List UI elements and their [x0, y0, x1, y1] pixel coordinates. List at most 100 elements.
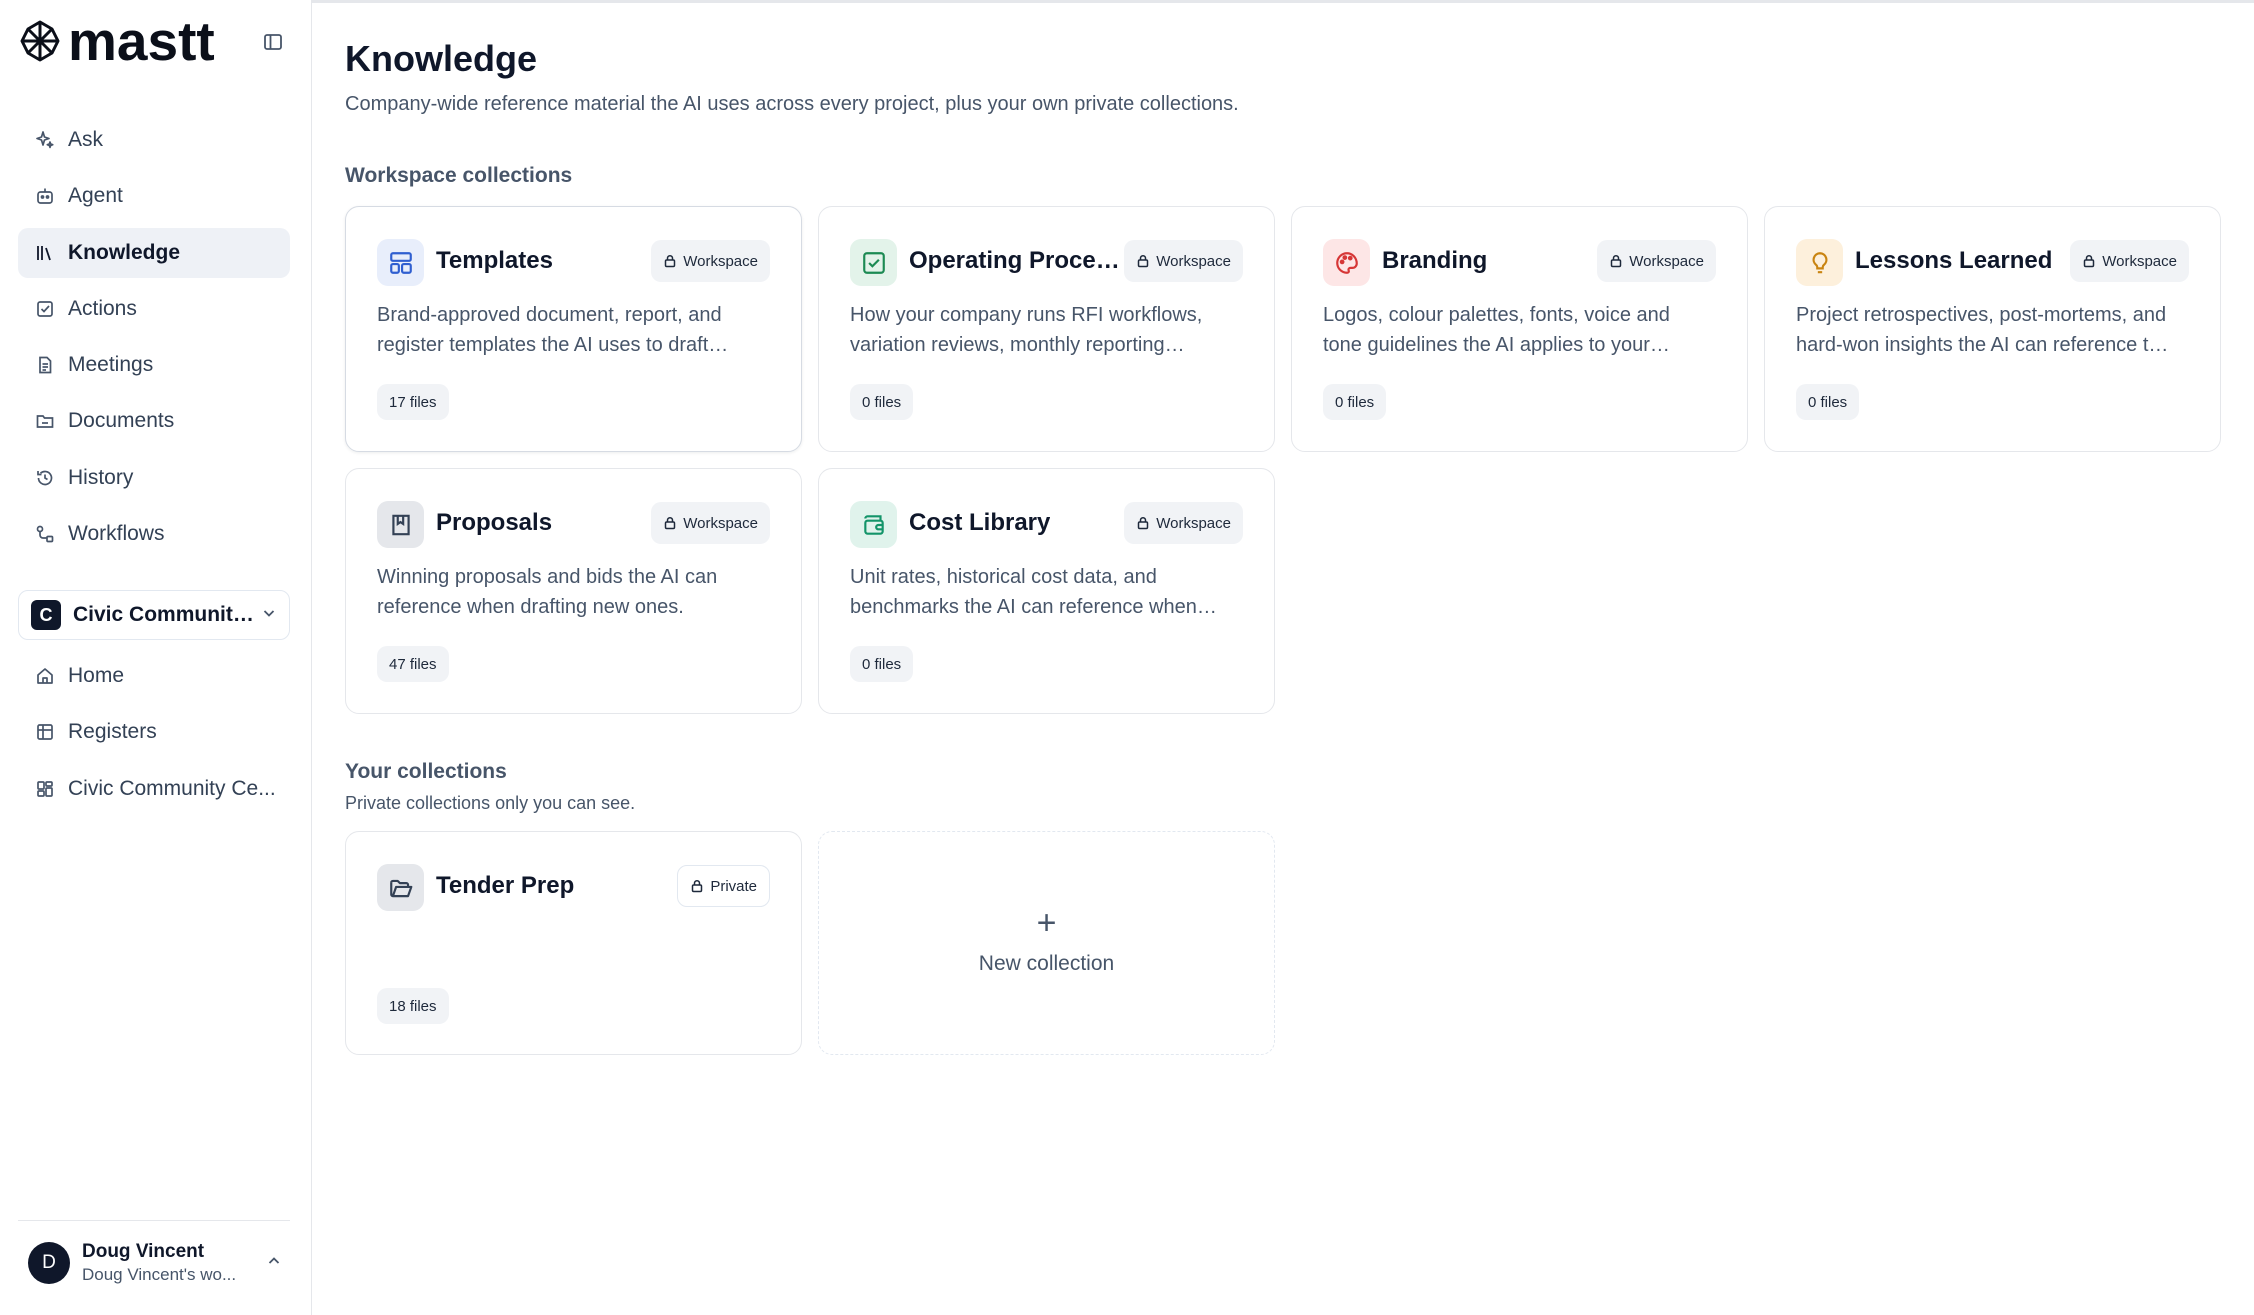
badge-label: Workspace	[1156, 514, 1231, 532]
file-count: 0 files	[850, 646, 914, 682]
project-nav: Home Registers Civic Community Ce...	[18, 651, 290, 820]
nav-label: Registers	[68, 720, 157, 744]
collection-card-tender-prep[interactable]: Tender Prep Private 18 files	[345, 831, 802, 1055]
chevron-up-icon	[266, 1253, 282, 1274]
your-section-subtitle: Private collections only you can see.	[345, 793, 636, 813]
chevron-down-icon	[261, 605, 277, 626]
wallet-icon	[850, 501, 897, 548]
card-description-line: Logos, colour palettes, fonts, voice and	[1323, 304, 1670, 326]
project-avatar: C	[31, 600, 61, 630]
card-description-line: benchmarks the AI can reference when…	[850, 596, 1217, 618]
nav-label: Home	[68, 664, 125, 687]
checklist-icon	[850, 239, 897, 286]
card-description-line: tone guidelines the AI applies to your…	[1323, 334, 1670, 356]
badge-label: Workspace	[683, 514, 758, 532]
nav-item-project-dashboard[interactable]: Civic Community Ce...	[18, 764, 290, 814]
workflow-icon	[34, 523, 56, 545]
page-title: Knowledge	[345, 38, 538, 79]
badge-label: Private	[710, 877, 757, 895]
collection-card-templates[interactable]: Templates Workspace Brand-approved docum…	[345, 206, 802, 452]
nav-item-ask[interactable]: Ask	[18, 115, 290, 165]
workspace-badge: Workspace	[1124, 240, 1243, 282]
folder-icon	[34, 410, 56, 432]
user-menu: D Doug Vincent Doug Vincent's wo...	[18, 1220, 290, 1315]
collection-card-cost-library[interactable]: Cost Library Workspace Unit rates, histo…	[818, 468, 1275, 714]
nav-item-home[interactable]: Home	[18, 651, 290, 701]
card-description: Unit rates, historical cost data, and be…	[850, 562, 1250, 622]
badge-label: Workspace	[683, 252, 758, 270]
lock-icon	[664, 254, 676, 268]
workspace-badge: Workspace	[651, 502, 770, 544]
nav-item-registers[interactable]: Registers	[18, 707, 290, 757]
nav-item-history[interactable]: History	[18, 453, 290, 503]
nav-item-knowledge[interactable]: Knowledge	[18, 227, 290, 278]
file-count: 0 files	[1323, 384, 1387, 420]
card-title: Tender Prep	[436, 872, 575, 899]
project-switcher[interactable]: C Civic Community…	[18, 590, 290, 640]
private-badge: Private	[677, 865, 770, 907]
card-title: Templates	[436, 247, 553, 274]
top-border	[0, 0, 2254, 3]
nav-label: Meetings	[68, 353, 154, 377]
lock-icon	[1137, 516, 1149, 530]
nav-item-workflows[interactable]: Workflows	[18, 509, 290, 559]
nav-label: Knowledge	[68, 240, 181, 264]
project-name: Civic Community…	[73, 603, 255, 626]
card-description: Brand-approved document, report, and reg…	[377, 300, 777, 360]
card-description-line: reference when drafting new ones.	[377, 596, 684, 618]
nav-item-agent[interactable]: Agent	[18, 171, 290, 221]
check-square-icon	[34, 298, 56, 320]
collection-card-branding[interactable]: Branding Workspace Logos, colour palette…	[1291, 206, 1748, 452]
document-icon	[34, 354, 56, 376]
card-description-line: Unit rates, historical cost data, and	[850, 566, 1157, 588]
file-count: 47 files	[377, 646, 449, 682]
lock-icon	[2083, 254, 2095, 268]
file-count: 18 files	[377, 988, 449, 1024]
sparkles-icon	[34, 129, 56, 151]
collection-card-proposals[interactable]: Proposals Workspace Winning proposals an…	[345, 468, 802, 714]
nav-item-documents[interactable]: Documents	[18, 396, 290, 446]
user-name: Doug Vincent	[82, 1241, 205, 1262]
card-description-line: hard-won insights the AI can reference t…	[1796, 334, 2169, 356]
nav-label: Workflows	[68, 522, 165, 546]
badge-label: Workspace	[2102, 252, 2177, 270]
palette-icon	[1323, 239, 1370, 286]
brand-name: mastt	[68, 9, 215, 72]
nav-label: Civic Community Ce...	[68, 776, 276, 800]
collection-card-operating-procedures[interactable]: Operating Proced... Workspace How your c…	[818, 206, 1275, 452]
sidebar-toggle-icon	[264, 34, 282, 50]
card-title: Branding	[1382, 247, 1488, 274]
card-description: Logos, colour palettes, fonts, voice and…	[1323, 300, 1723, 360]
card-description-line: Winning proposals and bids the AI can	[377, 566, 718, 588]
nav-label: Agent	[68, 184, 123, 208]
dashboard-icon	[34, 778, 56, 800]
card-title: Proposals	[436, 509, 553, 536]
user-menu-button[interactable]: D Doug Vincent Doug Vincent's wo...	[28, 1241, 290, 1285]
card-description: Project retrospectives, post-mortems, an…	[1796, 300, 2196, 360]
lightbulb-icon	[1796, 239, 1843, 286]
lock-icon	[1137, 254, 1149, 268]
main-nav: Ask Agent Knowledge Actions Meetings Doc…	[18, 115, 290, 565]
brand-logo[interactable]: mastt	[18, 9, 215, 72]
collection-card-lessons-learned[interactable]: Lessons Learned Workspace Project retros…	[1764, 206, 2221, 452]
sidebar: mastt Ask Agent Knowledge Actions Meetin…	[0, 0, 312, 1315]
card-title: Cost Library	[909, 509, 1051, 536]
card-description-line: Project retrospectives, post-mortems, an…	[1796, 304, 2167, 326]
nav-label: Ask	[68, 128, 104, 151]
new-collection-button[interactable]: + New collection	[818, 831, 1275, 1055]
workspace-badge: Workspace	[2070, 240, 2189, 282]
collapse-sidebar-button[interactable]	[258, 27, 288, 57]
card-description: How your company runs RFI workflows, var…	[850, 300, 1250, 360]
nav-item-meetings[interactable]: Meetings	[18, 340, 290, 390]
your-section-title: Your collections	[345, 760, 507, 783]
card-description-line: How your company runs RFI workflows,	[850, 304, 1203, 326]
file-count: 0 files	[1796, 384, 1860, 420]
workspace-badge: Workspace	[651, 240, 770, 282]
file-count: 17 files	[377, 384, 449, 420]
folder-open-icon	[377, 864, 424, 911]
lock-icon	[1610, 254, 1622, 268]
history-icon	[34, 467, 56, 489]
page-subtitle: Company-wide reference material the AI u…	[345, 93, 1239, 115]
card-title: Lessons Learned	[1855, 247, 2053, 274]
nav-item-actions[interactable]: Actions	[18, 284, 290, 334]
